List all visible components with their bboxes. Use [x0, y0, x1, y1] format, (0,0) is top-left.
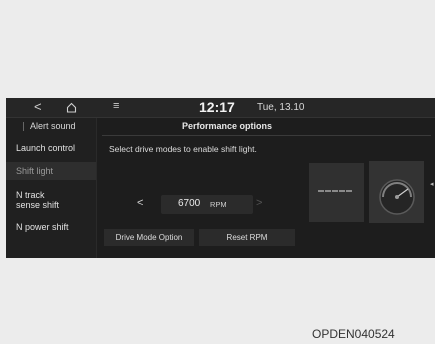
sidebar-item-n-track-sense-shift[interactable]: N track sense shift — [6, 188, 96, 212]
sidebar: Alert sound Launch control Shift light N… — [6, 118, 96, 258]
shift-light-bar-icon — [318, 190, 352, 192]
sidebar-item-label: Launch control — [16, 143, 76, 153]
instruction-text: Select drive modes to enable shift light… — [109, 144, 257, 154]
title-divider — [102, 135, 431, 136]
rpm-value-box: 6700 RPM — [161, 195, 253, 214]
back-icon[interactable]: < — [34, 99, 42, 114]
reset-rpm-button[interactable]: Reset RPM — [199, 229, 295, 246]
date: Tue, 13.10 — [257, 102, 305, 113]
figure-caption: OPDEN040524 — [312, 327, 395, 341]
status-bar: < ≡ 12:17 Tue, 13.10 — [6, 98, 435, 118]
rpm-decrease-button[interactable]: < — [137, 197, 143, 209]
sidebar-item-label: Shift light — [16, 166, 54, 176]
back-indicator-icon — [23, 122, 24, 131]
home-icon[interactable] — [66, 102, 77, 113]
tachometer-preview — [369, 161, 424, 223]
sidebar-title: Alert sound — [30, 121, 76, 131]
menu-icon[interactable]: ≡ — [113, 100, 119, 112]
rpm-selector: < 6700 RPM > — [109, 195, 299, 214]
sidebar-item-label: N track sense shift — [16, 190, 60, 210]
sidebar-header[interactable]: Alert sound — [6, 118, 96, 135]
rpm-increase-button[interactable]: > — [256, 197, 262, 209]
next-page-arrow-icon[interactable]: ◂ — [430, 180, 434, 188]
sidebar-item-launch-control[interactable]: Launch control — [6, 139, 96, 157]
sidebar-item-n-power-shift[interactable]: N power shift — [6, 219, 96, 237]
sidebar-divider — [96, 118, 97, 258]
page-title: Performance options — [182, 121, 273, 131]
infotainment-screen: < ≡ 12:17 Tue, 13.10 Alert sound Launch … — [6, 98, 435, 258]
rpm-unit: RPM — [210, 200, 227, 209]
shift-light-preview — [309, 163, 364, 222]
tachometer-icon — [379, 179, 415, 215]
rpm-value: 6700 — [178, 198, 201, 209]
sidebar-item-shift-light[interactable]: Shift light — [6, 162, 96, 180]
sidebar-item-label: N power shift — [16, 222, 69, 232]
clock: 12:17 — [199, 99, 235, 115]
drive-mode-option-button[interactable]: Drive Mode Option — [104, 229, 194, 246]
